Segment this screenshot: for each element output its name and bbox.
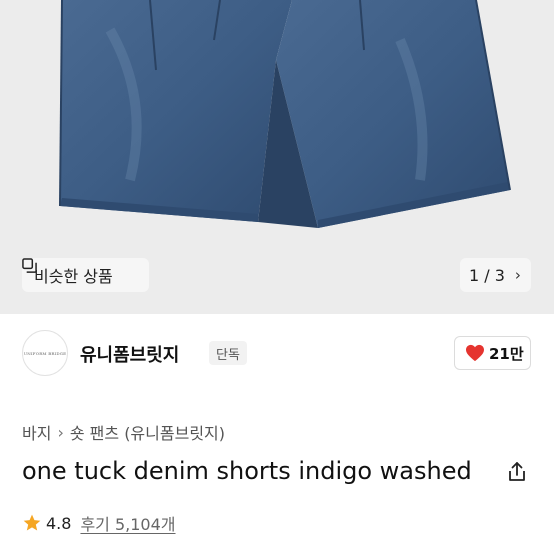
similar-products-label: 비슷한 상품 bbox=[34, 267, 113, 286]
chevron-right-icon: › bbox=[514, 266, 521, 284]
brand-name-link[interactable]: 유니폼브릿지 bbox=[80, 341, 179, 367]
brand-logo-text: UNIFORM BRIDGE bbox=[23, 350, 67, 356]
image-pager-count: 1 / 3 bbox=[469, 265, 505, 285]
heart-icon bbox=[466, 344, 484, 362]
similar-products-button[interactable]: 비슷한 상품 bbox=[22, 258, 149, 292]
rating-row: 4.8 후기 5,104개 bbox=[22, 511, 176, 535]
brand-row: UNIFORM BRIDGE 유니폼브릿지 단독 21만 bbox=[22, 328, 532, 380]
image-pager-button[interactable]: 1 / 3 › bbox=[460, 258, 531, 292]
breadcrumb-subcategory[interactable]: 숏 팬츠 (유니폼브릿지) bbox=[70, 420, 225, 444]
like-count: 21만 bbox=[489, 344, 524, 363]
breadcrumb-separator-icon: › bbox=[57, 422, 64, 442]
brand-logo[interactable]: UNIFORM BRIDGE bbox=[22, 330, 68, 376]
breadcrumb: 바지 › 숏 팬츠 (유니폼브릿지) bbox=[22, 420, 225, 444]
star-icon bbox=[23, 514, 41, 531]
share-icon[interactable] bbox=[505, 460, 529, 484]
breadcrumb-category[interactable]: 바지 bbox=[22, 420, 51, 444]
exclusive-badge: 단독 bbox=[209, 341, 247, 365]
product-title: one tuck denim shorts indigo washed bbox=[22, 457, 472, 485]
product-image-area[interactable]: 비슷한 상품 1 / 3 › bbox=[0, 0, 554, 314]
review-count-link[interactable]: 후기 5,104개 bbox=[80, 511, 175, 535]
like-button[interactable]: 21만 bbox=[454, 336, 531, 370]
similar-items-icon bbox=[22, 258, 37, 273]
rating-score: 4.8 bbox=[46, 513, 72, 533]
